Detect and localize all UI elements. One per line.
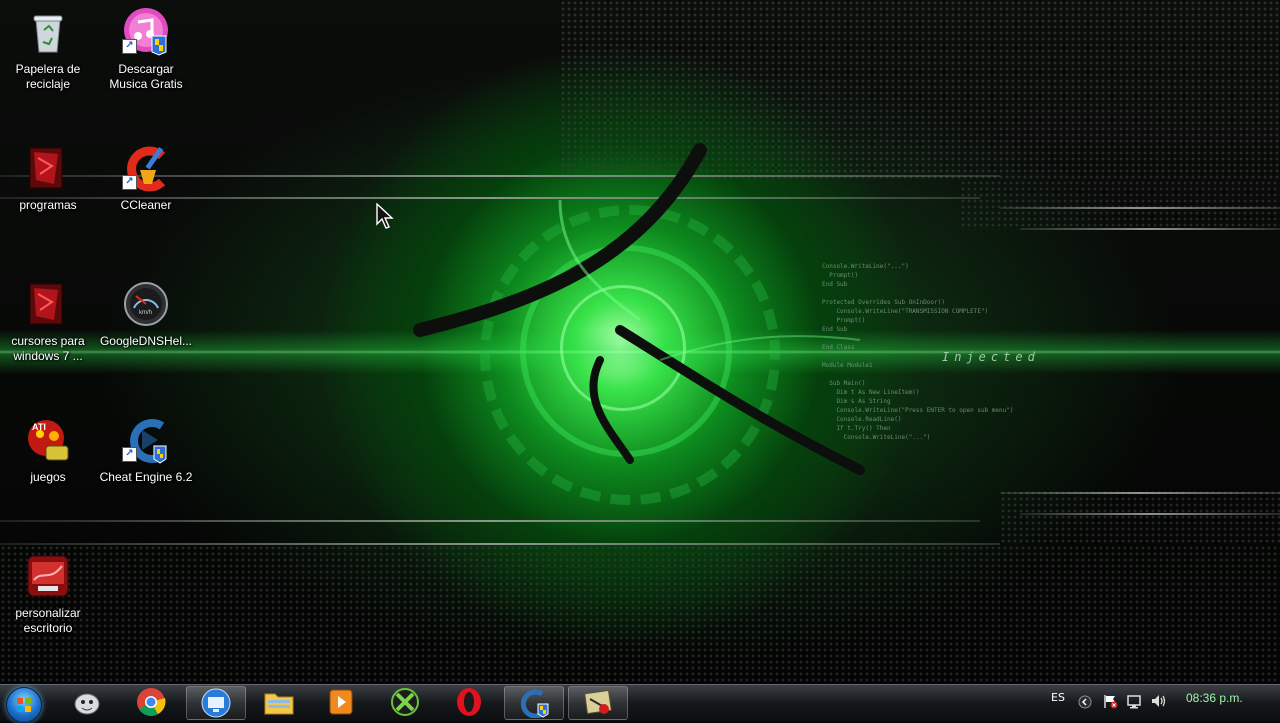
folder-icon [264, 693, 294, 715]
music-download-icon: ↗ [122, 8, 170, 56]
shortcut-arrow-icon: ↗ [122, 175, 137, 190]
svg-text:km/h: km/h [139, 310, 152, 316]
monitor-icon [201, 688, 231, 718]
desktop-icon-label: CCleaner [120, 198, 172, 212]
desktop-icon-label: Papelera de reciclaje [15, 62, 81, 91]
recycle-bin-icon [24, 8, 72, 56]
taskbar-pin-media-player[interactable] [312, 686, 370, 718]
desktop-icon-juegos[interactable]: ATI juegos [0, 416, 96, 485]
taskbar-pin-app[interactable] [568, 686, 628, 720]
speedometer-icon: km/h [122, 280, 170, 328]
desktop-icon-cursores[interactable]: cursores para windows 7 ... [0, 280, 96, 364]
folder-red-icon [24, 144, 72, 192]
taskbar-pin-chrome[interactable] [122, 686, 180, 718]
taskbar-pin-opera[interactable] [440, 686, 498, 718]
desktop-icon-label: Cheat Engine 6.2 [99, 470, 193, 484]
start-button[interactable] [6, 687, 42, 723]
action-center-flag-icon[interactable] [1102, 693, 1118, 709]
wallpaper-injected-text: Injected [942, 350, 1040, 364]
taskbar-pin-explorer[interactable] [250, 686, 308, 718]
desktop-icon-personalizar[interactable]: personalizar escritorio [0, 552, 96, 636]
taskbar-pin-desktop-manager[interactable] [186, 686, 246, 720]
network-icon[interactable] [1126, 693, 1142, 709]
chrome-icon [137, 688, 166, 716]
windows-orb-icon [17, 698, 31, 712]
desktop-icon-label: GoogleDNSHel... [99, 334, 193, 348]
mouse-cursor-icon [376, 203, 394, 229]
desktop-icon-googledns[interactable]: km/h GoogleDNSHel... [98, 280, 194, 349]
taskbar-pin-cheat-engine[interactable] [504, 686, 564, 720]
mascot-icon [74, 693, 100, 715]
desktop-icon-descargar-musica[interactable]: ↗ Descargar Musica Gratis [98, 8, 194, 92]
desktop-icon-recycle-bin[interactable]: Papelera de reciclaje [0, 8, 96, 92]
language-indicator[interactable]: ES [1051, 691, 1065, 704]
svg-text:ATI: ATI [32, 422, 46, 432]
desktop-icon-label: cursores para windows 7 ... [11, 334, 85, 363]
cheat-engine-icon: ↗ [122, 416, 170, 464]
cheat-engine-icon [520, 689, 549, 718]
ccleaner-icon: ↗ [122, 144, 170, 192]
desktop-icon-ccleaner[interactable]: ↗ CCleaner [98, 144, 194, 213]
media-player-icon [329, 689, 353, 715]
desktop-icon-cheat-engine[interactable]: ↗ Cheat Engine 6.2 [98, 416, 194, 485]
taskbar-pin-cleaner[interactable] [58, 686, 116, 718]
clock[interactable]: 08:36 p.m. [1186, 691, 1243, 705]
folder-red-icon [24, 280, 72, 328]
app-window-icon [584, 689, 612, 715]
xbox-icon [391, 688, 419, 716]
taskbar-pin-xbox[interactable] [376, 686, 434, 718]
desktop-icon-label: Descargar Musica Gratis [109, 62, 183, 91]
opera-icon [457, 688, 481, 716]
desktop-icon-programas[interactable]: programas [0, 144, 96, 213]
tray-expand-icon[interactable] [1078, 695, 1092, 709]
desktop-icon-label: personalizar escritorio [15, 606, 81, 635]
volume-icon[interactable] [1150, 693, 1168, 709]
shortcut-arrow-icon: ↗ [122, 447, 137, 462]
games-folder-icon: ATI [24, 416, 72, 464]
personalize-icon [24, 552, 72, 600]
desktop-icon-label: programas [19, 198, 77, 212]
shortcut-arrow-icon: ↗ [122, 39, 137, 54]
desktop-icon-label: juegos [30, 470, 66, 484]
